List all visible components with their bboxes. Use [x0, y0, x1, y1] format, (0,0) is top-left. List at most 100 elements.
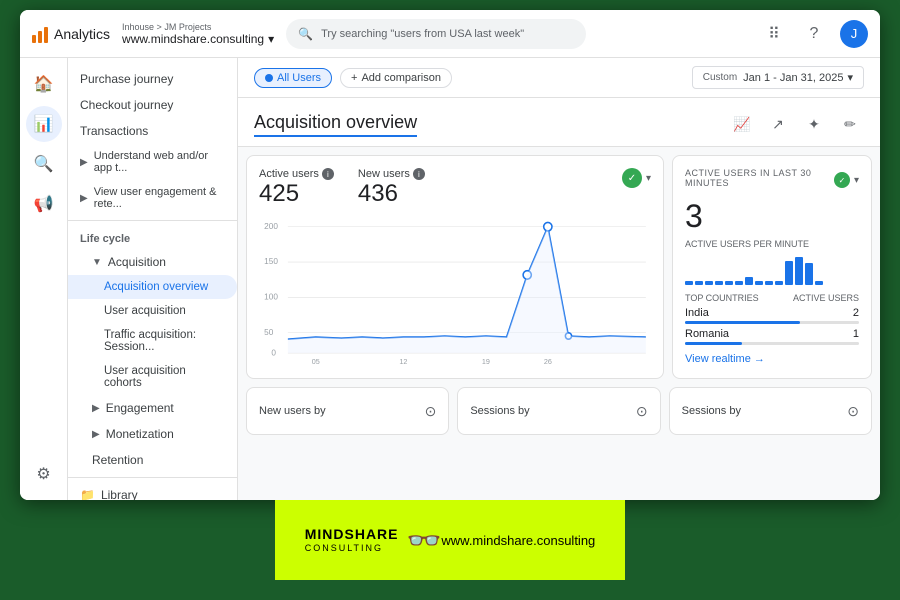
realtime-dropdown-icon[interactable]: ▾ — [854, 175, 859, 186]
nav-label: Acquisition — [108, 255, 166, 269]
view-realtime-link[interactable]: View realtime → — [685, 353, 859, 365]
sidebar-explore-icon[interactable]: 🔍 — [26, 146, 62, 182]
active-users-value: 425 — [259, 180, 334, 208]
nav-traffic-acquisition[interactable]: Traffic acquisition: Session... — [68, 323, 237, 359]
svg-text:12: 12 — [399, 357, 407, 366]
nav-user-acquisition[interactable]: User acquisition — [68, 299, 237, 323]
app-title: Analytics — [54, 26, 110, 42]
date-custom-label: Custom — [703, 72, 737, 83]
mini-bar-6 — [735, 281, 743, 285]
apps-icon[interactable]: ⠿ — [760, 20, 788, 48]
sidebar-advertising-icon[interactable]: 📢 — [26, 186, 62, 222]
library-folder-icon: 📁 — [80, 488, 95, 500]
country-romania-bar-bg — [685, 342, 859, 345]
active-users-col-label: ACTIVE USERS — [793, 293, 859, 303]
nav-label: Traffic acquisition: Session... — [104, 329, 225, 353]
chart-dropdown-button[interactable]: ▾ — [646, 173, 651, 184]
footer-logo-text-area: mindshare CONSULTING — [305, 527, 399, 552]
bottom-card-1-icon[interactable]: ⊙ — [425, 403, 437, 420]
mini-bar-7 — [745, 277, 753, 285]
mini-bar-2 — [695, 281, 703, 285]
new-users-info-icon[interactable]: i — [413, 168, 425, 180]
edit-icon[interactable]: ✏ — [836, 110, 864, 138]
mini-bar-3 — [705, 281, 713, 285]
new-users-metric: New users i 436 — [358, 168, 425, 208]
mini-bar-1 — [685, 281, 693, 285]
svg-text:Jan: Jan — [310, 364, 322, 366]
nav-monetization[interactable]: ▶ Monetization — [68, 421, 237, 447]
svg-text:50: 50 — [264, 327, 273, 337]
mini-bar-12 — [795, 257, 803, 285]
breadcrumb-area: Inhouse > JM Projects www.mindshare.cons… — [122, 22, 274, 46]
country-romania-bar-fill — [685, 342, 742, 345]
search-placeholder: Try searching "users from USA last week" — [321, 28, 524, 40]
realtime-header: ACTIVE USERS IN LAST 30 MINUTES ✓ ▾ — [685, 168, 859, 192]
nav-checkout-journey[interactable]: Checkout journey — [68, 92, 237, 118]
sparkle-icon[interactable]: ✦ — [800, 110, 828, 138]
realtime-controls: ✓ ▾ — [834, 172, 859, 188]
expand-icon: ▶ — [80, 193, 88, 204]
realtime-check-icon: ✓ — [834, 172, 850, 188]
footer-brand-name: mindshare — [305, 527, 399, 542]
domain-dropdown-icon[interactable]: ▾ — [268, 32, 274, 46]
search-icon: 🔍 — [298, 27, 313, 41]
logo-bar-2 — [38, 31, 42, 43]
nav-label: Understand web and/or app t... — [94, 150, 225, 174]
sidebar-home-icon[interactable]: 🏠 — [26, 66, 62, 102]
country-india-row: India 2 — [685, 307, 859, 319]
nav-acquisition-overview[interactable]: Acquisition overview — [68, 275, 237, 299]
nav-label: Purchase journey — [80, 72, 173, 86]
add-comparison-button[interactable]: + Add comparison — [340, 68, 452, 88]
realtime-card: ACTIVE USERS IN LAST 30 MINUTES ✓ ▾ 3 AC… — [672, 155, 872, 379]
nav-sidebar: Purchase journey Checkout journey Transa… — [68, 58, 238, 500]
user-avatar[interactable]: J — [840, 20, 868, 48]
active-users-metric: Active users i 425 — [259, 168, 334, 208]
nav-library[interactable]: 📁 Library — [68, 482, 237, 500]
icon-sidebar: 🏠 📊 🔍 📢 ⚙ — [20, 58, 68, 500]
new-users-label: New users i — [358, 168, 425, 180]
bottom-card-2-icon[interactable]: ⊙ — [636, 403, 648, 420]
new-users-value: 436 — [358, 180, 425, 208]
all-users-chip[interactable]: All Users — [254, 68, 332, 88]
bottom-card-3-icon[interactable]: ⊙ — [847, 403, 859, 420]
country-romania: Romania 1 — [685, 328, 859, 345]
search-bar[interactable]: 🔍 Try searching "users from USA last wee… — [286, 19, 586, 49]
active-users-info-icon[interactable]: i — [322, 168, 334, 180]
mini-bar-14 — [815, 281, 823, 285]
nav-label: Retention — [92, 453, 143, 467]
nav-retention[interactable]: Retention — [68, 447, 237, 473]
country-india-name: India — [685, 307, 709, 319]
nav-understand-web[interactable]: ▶ Understand web and/or app t... — [68, 144, 237, 180]
bottom-card-sessions-1: Sessions by ⊙ — [457, 387, 660, 435]
nav-view-engagement[interactable]: ▶ View user engagement & rete... — [68, 180, 237, 216]
nav-purchase-journey[interactable]: Purchase journey — [68, 66, 237, 92]
footer-logo: mindshare CONSULTING 👓 — [305, 524, 442, 557]
top-countries-label: TOP COUNTRIES — [685, 293, 759, 303]
chart-control: ✓ ▾ — [622, 168, 651, 188]
analytics-logo-icon — [32, 25, 48, 43]
nav-engagement[interactable]: ▶ Engagement — [68, 395, 237, 421]
sidebar-settings-icon[interactable]: ⚙ — [26, 456, 62, 492]
nav-user-acquisition-cohorts[interactable]: User acquisition cohorts — [68, 359, 237, 395]
per-minute-label: ACTIVE USERS PER MINUTE — [685, 239, 859, 249]
nav-acquisition[interactable]: ▼ Acquisition — [68, 249, 237, 275]
chevron-down-icon: ▾ — [847, 71, 853, 84]
share-icon[interactable]: ↗ — [764, 110, 792, 138]
date-range-button[interactable]: Custom Jan 1 - Jan 31, 2025 ▾ — [692, 66, 864, 89]
breadcrumb: Inhouse > JM Projects — [122, 22, 274, 32]
sidebar-reports-icon[interactable]: 📊 — [26, 106, 62, 142]
footer-brand-sub: CONSULTING — [305, 543, 399, 553]
chart-type-icon[interactable]: 📈 — [728, 110, 756, 138]
realtime-count: 3 — [685, 198, 859, 235]
plus-icon: + — [351, 72, 357, 84]
bottom-card-label-1: New users by — [259, 405, 326, 417]
domain-row[interactable]: www.mindshare.consulting ▾ — [122, 32, 274, 46]
mini-bar-13 — [805, 263, 813, 285]
content-top-bar: All Users + Add comparison Custom Jan 1 … — [238, 58, 880, 98]
all-users-label: All Users — [277, 72, 321, 84]
country-india-bar-bg — [685, 321, 859, 324]
lifecycle-section-label: Life cycle — [68, 225, 237, 249]
help-icon[interactable]: ? — [800, 20, 828, 48]
logo-bar-1 — [32, 35, 36, 43]
nav-transactions[interactable]: Transactions — [68, 118, 237, 144]
